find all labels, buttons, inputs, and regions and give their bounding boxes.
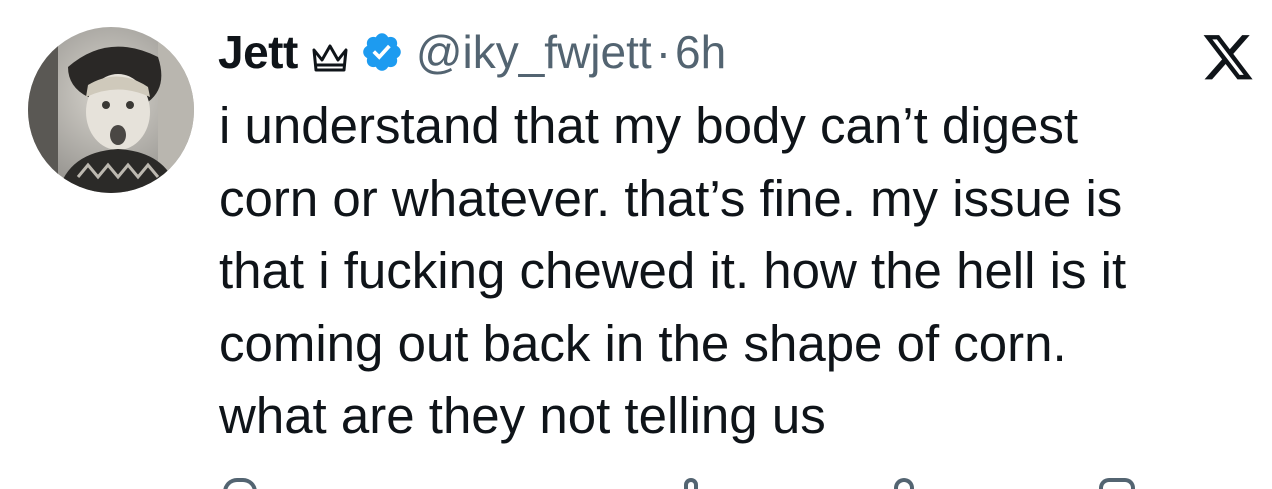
- x-logo-icon[interactable]: [1200, 30, 1256, 80]
- tweet-text-line: i understand that my body can’t digest: [219, 97, 1079, 154]
- avatar-photo: [28, 27, 194, 193]
- verified-badge-icon[interactable]: [360, 30, 404, 74]
- action-bar: [219, 478, 1259, 489]
- tweet-text-line: what are they not telling us: [219, 387, 826, 444]
- tweet-text-line: corn or whatever. that’s fine. my issue …: [219, 169, 1123, 227]
- tweet-header: Jett @iky_fwjett · 6h: [218, 20, 726, 84]
- crown-icon: [310, 36, 350, 76]
- user-handle[interactable]: @iky_fwjett: [416, 25, 652, 79]
- bookmark-icon[interactable]: [894, 478, 914, 489]
- views-icon[interactable]: [684, 478, 698, 489]
- tweet-text: i understand that my body can’t digest c…: [219, 90, 1259, 453]
- tweet-text-line: that i fucking chewed it. how the hell i…: [219, 242, 1127, 299]
- separator-dot: ·: [655, 26, 672, 78]
- share-icon[interactable]: [1099, 478, 1135, 489]
- timestamp[interactable]: 6h: [675, 25, 726, 79]
- tweet-card: Jett @iky_fwjett · 6h i understand that …: [0, 0, 1272, 489]
- avatar[interactable]: [28, 27, 194, 193]
- reply-icon[interactable]: [223, 478, 257, 489]
- display-name[interactable]: Jett: [218, 25, 298, 79]
- tweet-text-line: coming out back in the shape of corn.: [219, 314, 1067, 372]
